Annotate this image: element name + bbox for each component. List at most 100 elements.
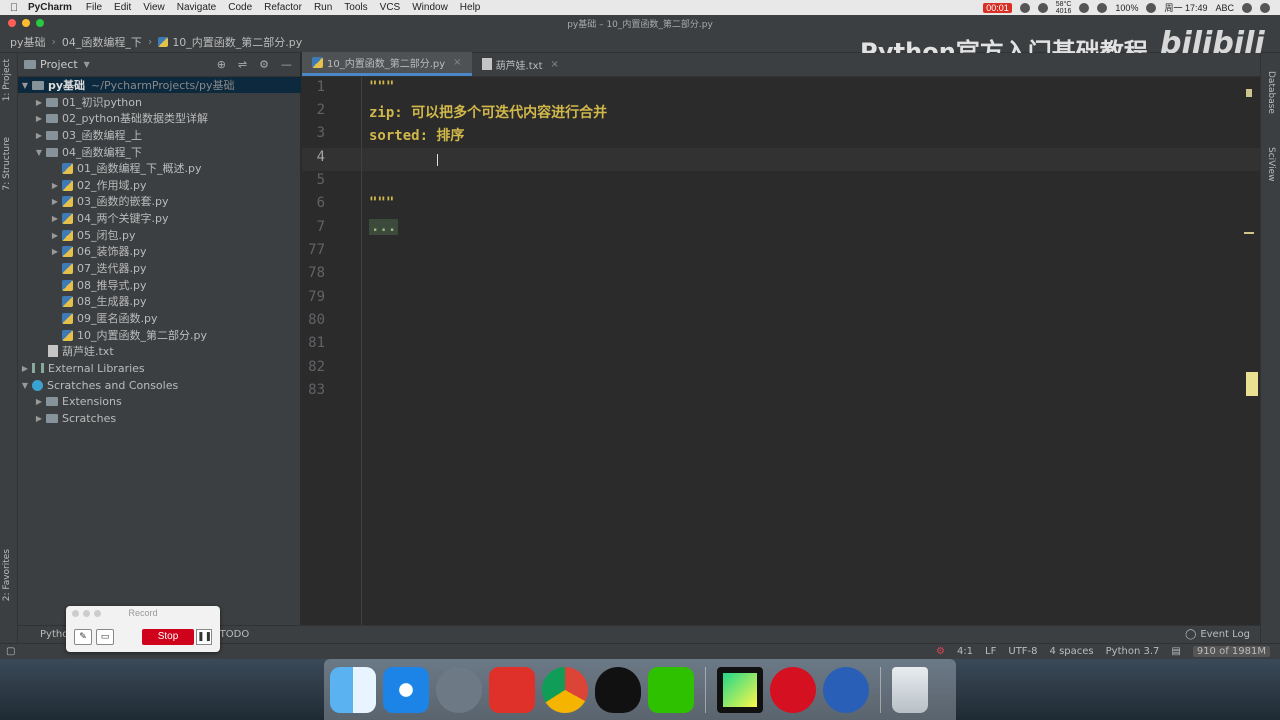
tree-item[interactable]: ▶ 03_函数编程_上 <box>32 127 142 143</box>
tree-item[interactable]: ▶ 04_两个关键字.py <box>48 210 169 226</box>
menu-tools[interactable]: Tools <box>344 2 367 13</box>
tree-item[interactable]: ▼ Scratches and Consoles <box>18 377 178 393</box>
chevron-right-icon[interactable]: ▶ <box>48 247 62 256</box>
chevron-down-icon[interactable]: ▼ <box>18 381 32 390</box>
menu-help[interactable]: Help <box>460 2 481 13</box>
indent-setting[interactable]: 4 spaces <box>1050 646 1094 657</box>
wifi-icon[interactable] <box>1079 2 1090 13</box>
lightning-icon[interactable] <box>1019 2 1030 13</box>
close-icon[interactable]: × <box>453 57 461 68</box>
lock-icon[interactable]: ▤ <box>1171 646 1180 657</box>
tab-txt-file[interactable]: 葫芦娃.txt × <box>472 52 569 76</box>
menu-window[interactable]: Window <box>412 2 448 13</box>
tree-item[interactable]: 01_函数编程_下_概述.py <box>62 160 202 176</box>
tree-item[interactable]: ▶ 06_装饰器.py <box>48 243 147 259</box>
editor-scrollbar[interactable] <box>1244 77 1260 643</box>
tree-item[interactable]: ▶ 02_作用域.py <box>48 177 147 193</box>
menu-file[interactable]: File <box>86 2 102 13</box>
gear-icon[interactable]: ⚙ <box>259 58 269 71</box>
thunder-icon[interactable] <box>823 666 869 713</box>
breadcrumb-root[interactable]: py基础 <box>10 34 46 50</box>
control-center-icon[interactable] <box>1260 2 1270 13</box>
clock[interactable]: 周一 17:49 <box>1164 1 1207 14</box>
chevron-down-icon[interactable]: ▼ <box>32 148 46 157</box>
tool-window-event-log[interactable]: Event Log <box>1200 629 1250 640</box>
memory-indicator[interactable]: 910 of 1981M <box>1192 646 1270 657</box>
tree-item[interactable]: 08_生成器.py <box>62 293 147 309</box>
line-separator[interactable]: LF <box>985 646 996 657</box>
tree-item[interactable]: 葫芦娃.txt <box>48 343 114 359</box>
menu-edit[interactable]: Edit <box>114 2 131 13</box>
volume-icon[interactable] <box>1097 2 1108 13</box>
launchpad-icon[interactable] <box>436 666 482 713</box>
battery-percent[interactable]: 100% <box>1115 3 1138 13</box>
cursor-position[interactable]: 4:1 <box>957 646 973 657</box>
folded-code[interactable]: ... <box>369 219 399 235</box>
folded-region[interactable]: ... <box>369 219 399 235</box>
menu-app-name[interactable]: PyCharm <box>28 2 72 13</box>
tool-window-structure[interactable]: 7: Structure <box>2 137 12 191</box>
chevron-right-icon[interactable]: ▶ <box>48 197 62 206</box>
stop-button[interactable]: Stop <box>142 629 194 645</box>
input-method[interactable]: ABC <box>1215 3 1234 13</box>
breadcrumb-folder[interactable]: 04_函数编程_下 <box>62 34 142 50</box>
menu-run[interactable]: Run <box>314 2 332 13</box>
menu-vcs[interactable]: VCS <box>380 2 401 13</box>
tree-item[interactable]: ▶ Extensions <box>32 393 122 409</box>
code-line[interactable]: """ <box>369 195 394 211</box>
chevron-right-icon[interactable]: ▶ <box>32 98 46 107</box>
apple-icon[interactable]:  <box>0 2 28 14</box>
trash-icon[interactable] <box>892 666 928 713</box>
qq-icon[interactable] <box>595 666 641 713</box>
code-line[interactable]: zip: 可以把多个可迭代内容进行合并 <box>369 102 607 122</box>
tree-item[interactable]: ▶ 01_初识python <box>32 94 142 110</box>
wechat-tray-icon[interactable] <box>1037 2 1048 13</box>
netease-music-icon[interactable] <box>489 666 535 713</box>
window-select-icon[interactable]: ▭ <box>96 629 114 645</box>
chevron-down-icon[interactable]: ▼ <box>18 81 32 90</box>
tree-item[interactable]: ▶ 03_函数的嵌套.py <box>48 193 169 209</box>
chevron-right-icon[interactable]: ▶ <box>32 114 46 123</box>
pause-icon[interactable]: ❚❚ <box>196 629 212 645</box>
hide-panel-icon[interactable]: — <box>281 58 292 71</box>
search-icon[interactable] <box>1242 2 1252 13</box>
chevron-down-icon[interactable]: ▼ <box>84 60 90 69</box>
tree-item[interactable]: ▶ 02_python基础数据类型详解 <box>32 110 208 126</box>
pycharm-icon[interactable] <box>717 666 763 713</box>
scroll-thumb[interactable] <box>1246 372 1258 396</box>
safari-icon[interactable] <box>383 666 429 713</box>
tool-window-favorites[interactable]: 2: Favorites <box>2 549 12 601</box>
file-encoding[interactable]: UTF-8 <box>1008 646 1037 657</box>
wechat-icon[interactable] <box>648 666 694 713</box>
finder-icon[interactable] <box>330 666 376 713</box>
tree-item[interactable]: ▼ 04_函数编程_下 <box>32 144 142 160</box>
chevron-right-icon[interactable]: ▶ <box>48 214 62 223</box>
tool-window-sciview[interactable]: SciView <box>1266 147 1276 182</box>
tree-root[interactable]: ▼ py基础 ~/PycharmProjects/py基础 <box>18 77 301 93</box>
chevron-right-icon[interactable]: ▶ <box>48 231 62 240</box>
close-icon[interactable]: × <box>551 59 559 70</box>
battery-icon[interactable] <box>1146 2 1157 13</box>
tree-item[interactable]: 07_迭代器.py <box>62 260 147 276</box>
tree-item[interactable]: ▶ Scratches <box>32 410 116 426</box>
git-icon[interactable]: ⚙ <box>936 646 945 657</box>
recording-time-badge[interactable]: 00:01 <box>983 2 1012 13</box>
tool-window-database[interactable]: Database <box>1266 71 1276 114</box>
menu-view[interactable]: View <box>143 2 165 13</box>
chevron-right-icon[interactable]: ▶ <box>18 364 32 373</box>
tree-item[interactable]: ▶ 05_闭包.py <box>48 227 136 243</box>
code-line[interactable]: sorted: 排序 <box>369 125 464 145</box>
collapse-all-icon[interactable]: ⇌ <box>238 58 247 71</box>
tree-item[interactable]: 08_推导式.py <box>62 277 147 293</box>
chevron-right-icon[interactable]: ▶ <box>32 414 46 423</box>
tree-item[interactable]: 09_匿名函数.py <box>62 310 158 326</box>
chevron-right-icon[interactable]: ▶ <box>48 181 62 190</box>
code-line[interactable]: """ <box>369 79 394 95</box>
locate-file-icon[interactable]: ⊕ <box>217 58 226 71</box>
pen-icon[interactable]: ✎ <box>74 629 92 645</box>
opera-icon[interactable] <box>770 666 816 713</box>
breadcrumb-file[interactable]: 10_内置函数_第二部分.py <box>172 34 302 50</box>
tree-item[interactable]: ▶ External Libraries <box>18 360 145 376</box>
menu-refactor[interactable]: Refactor <box>264 2 302 13</box>
menu-code[interactable]: Code <box>228 2 252 13</box>
